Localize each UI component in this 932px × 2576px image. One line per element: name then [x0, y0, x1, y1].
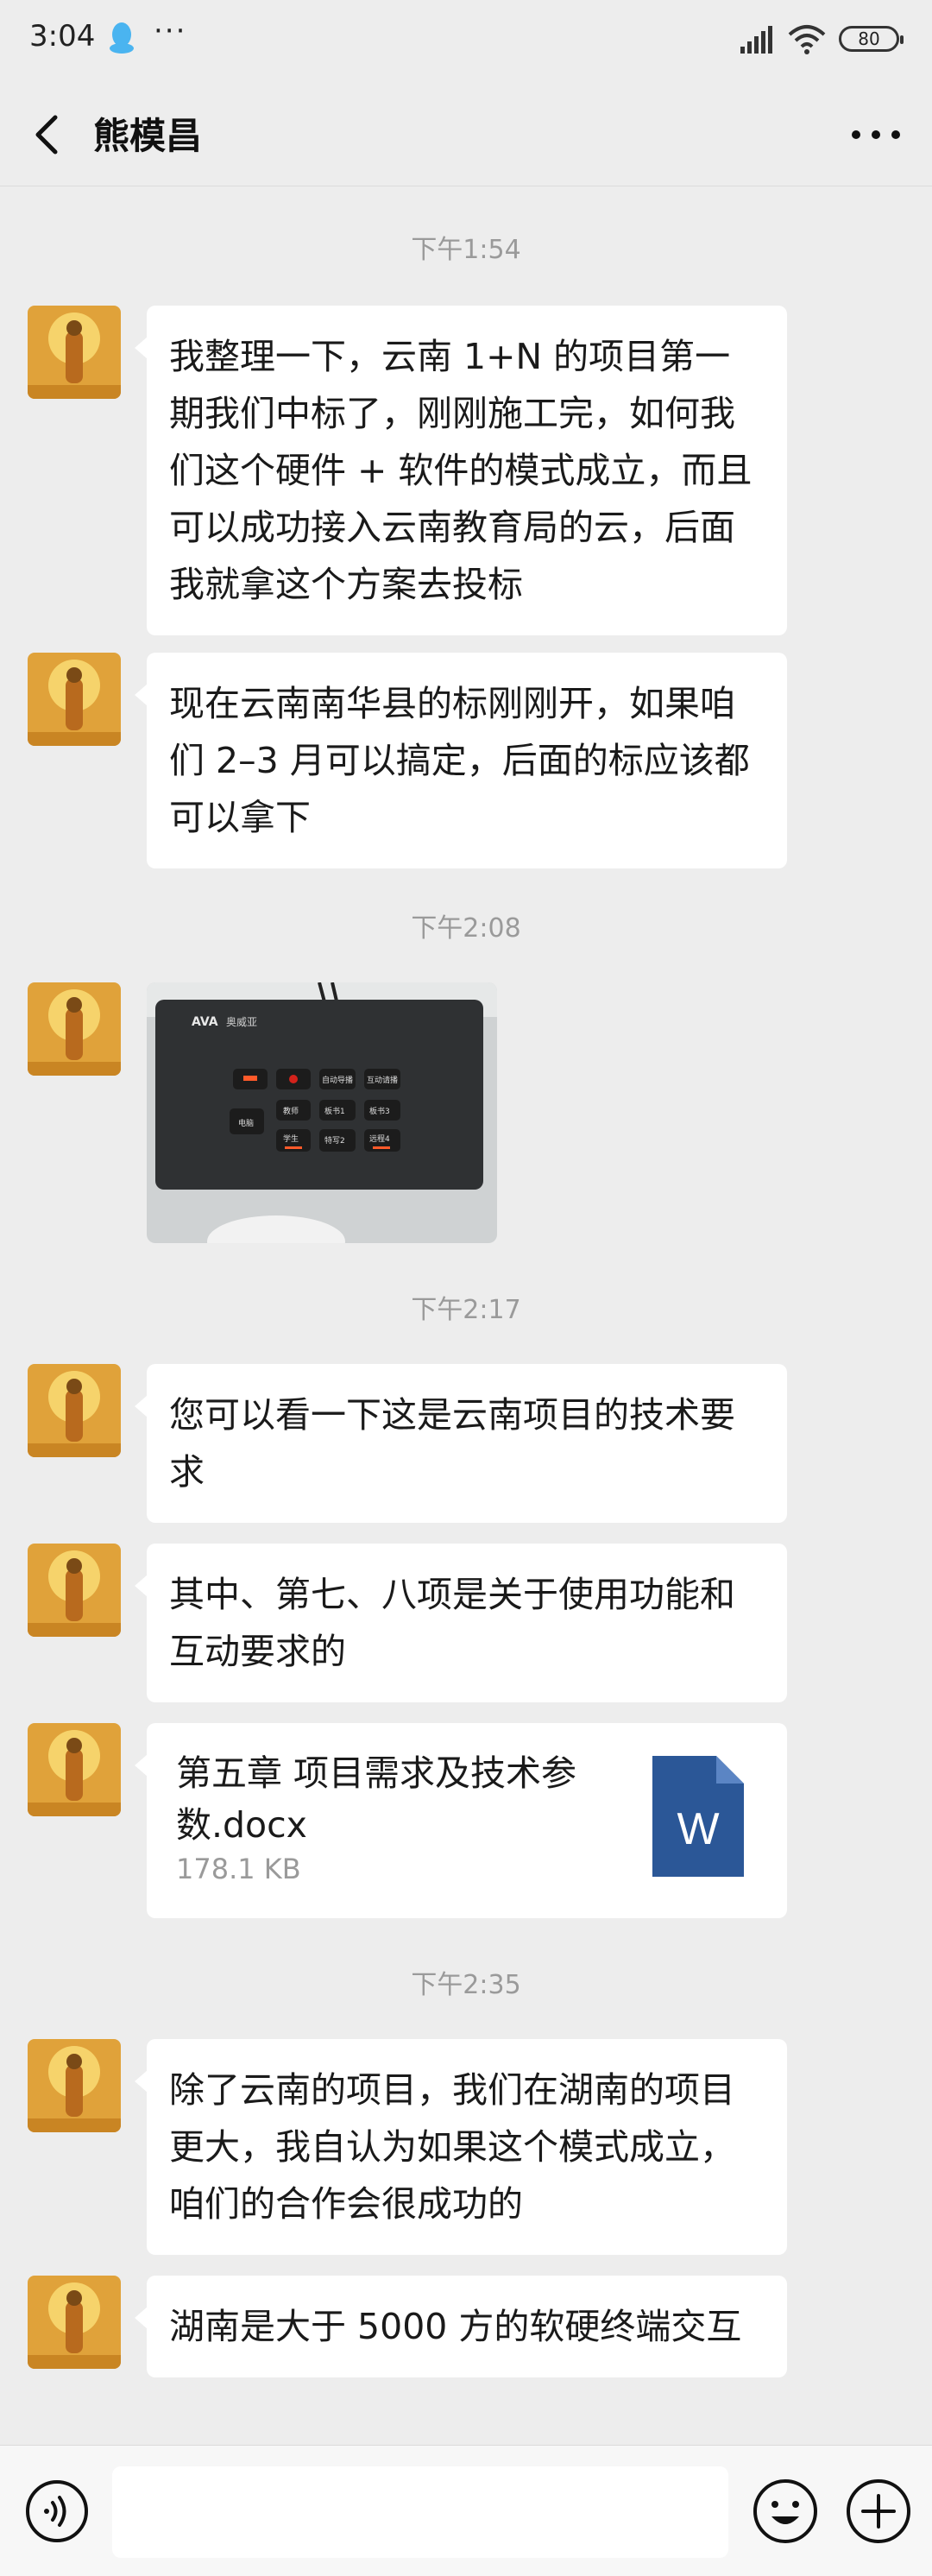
file-name: 第五章 项目需求及技术参数.docx [176, 1752, 577, 1846]
emoji-icon[interactable] [751, 2477, 820, 2546]
message-text: 除了云南的项目，我们在湖南的项目更大，我自认为如果这个模式成立，咱们的合作会很成… [169, 2069, 735, 2225]
wifi-icon [788, 25, 826, 54]
contact-avatar[interactable] [28, 1544, 121, 1637]
device-key-label: 远程4 [369, 1134, 390, 1144]
message-timestamp: 下午2:08 [411, 913, 521, 944]
message-bubble[interactable]: 除了云南的项目，我们在湖南的项目更大，我自认为如果这个模式成立，咱们的合作会很成… [135, 2039, 787, 2255]
back-arrow-icon[interactable] [24, 109, 76, 161]
contact-avatar[interactable] [28, 982, 121, 1076]
device-key-label: 特写2 [324, 1135, 345, 1146]
message-bubble[interactable]: 湖南是大于 5000 方的软硬终端交互 [135, 2276, 787, 2377]
device-key-label: 互动请播 [367, 1075, 398, 1085]
device-brand-label: 奥威亚 [226, 1016, 257, 1028]
message-list[interactable]: 下午1:54 我整理一下，云南 1+N 的项目第一期我们中标了，刚刚施工完，如何… [0, 186, 932, 2445]
plus-icon[interactable] [844, 2477, 913, 2546]
status-more-dots: ··· [154, 14, 187, 48]
message-bubble[interactable]: 您可以看一下这是云南项目的技术要求 [135, 1364, 787, 1523]
device-key-label: 学生 [283, 1133, 299, 1144]
word-document-icon: W [652, 1756, 744, 1877]
contact-avatar[interactable] [28, 306, 121, 399]
message-timestamp: 下午2:17 [411, 1295, 521, 1325]
contact-avatar[interactable] [28, 1364, 121, 1457]
message-bubble[interactable]: 其中、第七、八项是关于使用功能和互动要求的 [135, 1544, 787, 1702]
device-key-label: 教师 [283, 1106, 299, 1116]
message-timestamp: 下午2:35 [411, 1970, 521, 2000]
message-text: 您可以看一下这是云南项目的技术要求 [169, 1394, 735, 1493]
message-text: 湖南是大于 5000 方的软硬终端交互 [169, 2306, 742, 2347]
contact-avatar[interactable] [28, 653, 121, 746]
device-key-label: 电脑 [238, 1118, 254, 1128]
battery-indicator: 80 [839, 26, 904, 52]
status-time: 3:04 [29, 19, 96, 54]
file-message[interactable]: 第五章 项目需求及技术参数.docx 178.1 KB W [135, 1723, 787, 1918]
chat-screen: 3:04 ··· 80 熊模昌 下午1:54 我整理一下，云南 1+N 的项目第… [0, 0, 932, 2576]
message-bubble[interactable]: 我整理一下，云南 1+N 的项目第一期我们中标了，刚刚施工完，如何我们这个硬件 … [135, 306, 787, 635]
contact-name: 熊模昌 [93, 115, 203, 157]
device-key-label: 板书3 [369, 1106, 390, 1116]
contact-avatar[interactable] [28, 2039, 121, 2132]
more-options-icon[interactable] [846, 109, 906, 161]
message-text: 我整理一下，云南 1+N 的项目第一期我们中标了，刚刚施工完，如何我们这个硬件 … [169, 336, 753, 605]
status-bar: 3:04 ··· 80 [0, 0, 932, 83]
signal-icon [740, 26, 772, 54]
message-bubble[interactable]: 现在云南南华县的标刚刚开，如果咱们 2–3 月可以搞定，后面的标应该都可以拿下 [135, 653, 787, 868]
word-icon-letter: W [677, 1804, 719, 1854]
file-size: 178.1 KB [176, 1853, 301, 1885]
message-input[interactable] [112, 2466, 728, 2558]
message-text: 其中、第七、八项是关于使用功能和互动要求的 [169, 1574, 735, 1672]
chat-input-bar [0, 2445, 932, 2576]
photo-message[interactable]: AVA 奥威亚 自动导播 互动请播 教师 板书1 板书3 电脑 学生 特写2 远… [147, 982, 497, 1243]
device-key-label: 自动导播 [322, 1075, 353, 1085]
qq-notification-icon [110, 22, 134, 54]
message-timestamp: 下午1:54 [411, 235, 521, 265]
svg-text:AVA: AVA [192, 1015, 218, 1029]
chat-header: 熊模昌 [0, 83, 932, 186]
device-key-label: 板书1 [324, 1106, 345, 1116]
contact-avatar[interactable] [28, 2276, 121, 2369]
voice-input-icon[interactable] [24, 2478, 90, 2544]
message-text: 现在云南南华县的标刚刚开，如果咱们 2–3 月可以搞定，后面的标应该都可以拿下 [169, 683, 750, 838]
contact-avatar[interactable] [28, 1723, 121, 1816]
